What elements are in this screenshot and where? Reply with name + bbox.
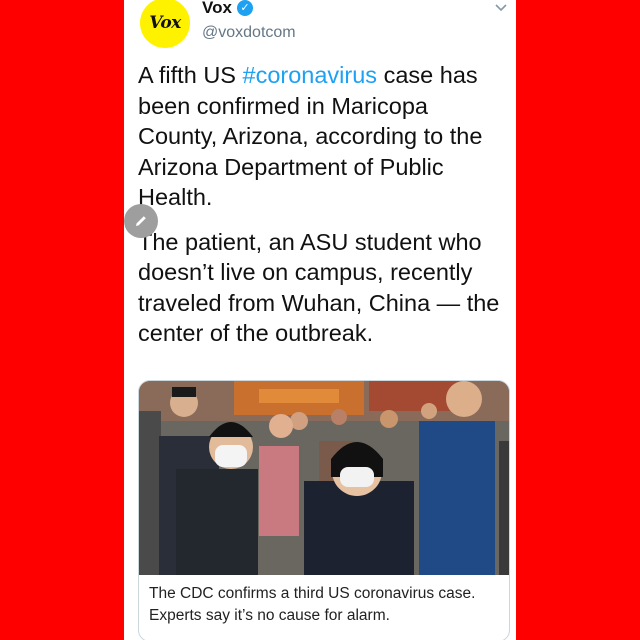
display-name[interactable]: Vox <box>202 0 232 18</box>
verified-badge-icon: ✓ <box>236 0 253 16</box>
user-handle[interactable]: @voxdotcom <box>202 24 296 42</box>
tweet-paragraph-2: The patient, an ASU student who doesn’t … <box>138 228 500 347</box>
tweet-card: Vox Vox ✓ @voxdotcom A fifth US #coronav… <box>124 0 516 640</box>
news-photo <box>139 381 509 575</box>
avatar[interactable]: Vox <box>140 0 190 48</box>
tweet-text: A fifth US #coronavirus case has been co… <box>138 60 508 363</box>
tweet-paragraph-1: A fifth US #coronavirus case has been co… <box>138 60 508 213</box>
author-name-row: Vox ✓ <box>202 0 253 19</box>
link-preview-card[interactable]: The CDC confirms a third US coronavirus … <box>138 380 510 640</box>
text-segment: A fifth US <box>138 62 243 88</box>
link-preview-title[interactable]: The CDC confirms a third US coronavirus … <box>149 583 504 627</box>
edit-pencil-icon[interactable] <box>124 204 158 238</box>
hashtag-link[interactable]: #coronavirus <box>243 62 378 88</box>
chevron-down-icon[interactable] <box>492 0 510 18</box>
avatar-logo-text: Vox <box>149 13 181 33</box>
